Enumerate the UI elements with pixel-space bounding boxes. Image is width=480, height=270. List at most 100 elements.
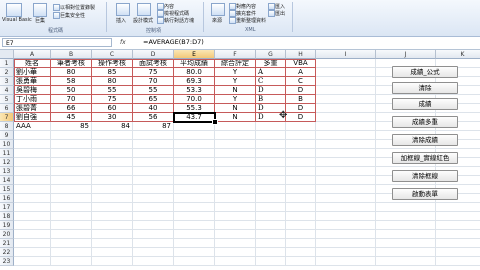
table-cell[interactable]: 70 bbox=[51, 95, 92, 104]
table-cell[interactable]: 70.0 bbox=[174, 95, 215, 104]
column-header-a[interactable]: A bbox=[14, 50, 51, 59]
empty-cell[interactable] bbox=[286, 194, 316, 203]
empty-cell[interactable] bbox=[316, 239, 376, 248]
empty-cell[interactable] bbox=[256, 176, 286, 185]
empty-cell[interactable] bbox=[286, 131, 316, 140]
empty-cell[interactable] bbox=[316, 167, 376, 176]
grade-button[interactable]: 成績 bbox=[392, 98, 458, 110]
macro-icon[interactable] bbox=[33, 3, 47, 17]
empty-cell[interactable] bbox=[51, 221, 92, 230]
empty-cell[interactable] bbox=[174, 203, 215, 212]
row-header-3[interactable]: 3 bbox=[0, 77, 14, 86]
empty-cell[interactable] bbox=[133, 167, 174, 176]
row-header-9[interactable]: 9 bbox=[0, 131, 14, 140]
table-cell[interactable]: 50 bbox=[51, 86, 92, 95]
empty-cell[interactable] bbox=[215, 158, 256, 167]
row-header-20[interactable]: 20 bbox=[0, 230, 14, 239]
table-header-cell[interactable]: 操作考核 bbox=[92, 59, 133, 68]
empty-cell[interactable] bbox=[133, 239, 174, 248]
table-cell[interactable]: 75 bbox=[92, 95, 133, 104]
table-cell[interactable]: 55.3 bbox=[174, 104, 215, 113]
empty-cell[interactable] bbox=[174, 239, 215, 248]
table-cell[interactable]: 80 bbox=[51, 68, 92, 77]
empty-cell[interactable] bbox=[436, 230, 480, 239]
empty-cell[interactable] bbox=[174, 212, 215, 221]
empty-cell[interactable] bbox=[51, 185, 92, 194]
empty-cell[interactable] bbox=[256, 140, 286, 149]
empty-cell[interactable] bbox=[133, 194, 174, 203]
empty-cell[interactable] bbox=[14, 167, 51, 176]
empty-cell[interactable] bbox=[256, 203, 286, 212]
empty-cell[interactable] bbox=[92, 149, 133, 158]
empty-cell[interactable] bbox=[174, 149, 215, 158]
run-dialog-button[interactable]: 執行對話方塊 bbox=[164, 17, 194, 24]
row-header-4[interactable]: 4 bbox=[0, 86, 14, 95]
table-cell[interactable]: N bbox=[215, 86, 256, 95]
row-header-2[interactable]: 2 bbox=[0, 68, 14, 77]
column-header-k[interactable]: K bbox=[436, 50, 480, 59]
empty-cell[interactable] bbox=[316, 221, 376, 230]
empty-cell[interactable] bbox=[133, 185, 174, 194]
empty-cell[interactable] bbox=[376, 239, 436, 248]
empty-cell[interactable] bbox=[286, 122, 316, 131]
table-cell[interactable]: D bbox=[256, 86, 286, 95]
row-header-23[interactable]: 23 bbox=[0, 257, 14, 266]
empty-cell[interactable] bbox=[215, 149, 256, 158]
empty-cell[interactable] bbox=[174, 131, 215, 140]
empty-cell[interactable] bbox=[286, 239, 316, 248]
grade-multi-button[interactable]: 成績多重 bbox=[392, 116, 458, 128]
empty-cell[interactable] bbox=[14, 248, 51, 257]
empty-cell[interactable] bbox=[376, 230, 436, 239]
empty-cell[interactable] bbox=[256, 167, 286, 176]
table-cell[interactable]: 65 bbox=[133, 95, 174, 104]
empty-cell[interactable] bbox=[256, 158, 286, 167]
empty-cell[interactable] bbox=[256, 257, 286, 266]
table-header-cell[interactable]: 綜合評定 bbox=[215, 59, 256, 68]
empty-cell[interactable] bbox=[256, 221, 286, 230]
empty-cell[interactable] bbox=[256, 212, 286, 221]
column-header-f[interactable]: F bbox=[215, 50, 256, 59]
launch-form-button[interactable]: 啟動表單 bbox=[392, 188, 458, 200]
table-cell[interactable]: A bbox=[286, 68, 316, 77]
column-header-c[interactable]: C bbox=[92, 50, 133, 59]
row-header-8[interactable]: 8 bbox=[0, 122, 14, 131]
empty-cell[interactable] bbox=[14, 257, 51, 266]
empty-cell[interactable] bbox=[316, 158, 376, 167]
table-header-cell[interactable]: 面試考核 bbox=[133, 59, 174, 68]
table-cell[interactable]: C bbox=[286, 77, 316, 86]
table-header-cell[interactable]: 筆者考核 bbox=[51, 59, 92, 68]
table-header-cell[interactable]: VBA bbox=[286, 59, 316, 68]
empty-cell[interactable] bbox=[436, 221, 480, 230]
empty-cell[interactable] bbox=[215, 239, 256, 248]
insert-control-icon[interactable] bbox=[116, 3, 130, 16]
add-red-border-button[interactable]: 加框線_實線紅色 bbox=[392, 152, 458, 164]
empty-cell[interactable] bbox=[286, 185, 316, 194]
empty-cell[interactable] bbox=[286, 212, 316, 221]
empty-cell[interactable] bbox=[316, 248, 376, 257]
empty-cell[interactable] bbox=[376, 248, 436, 257]
macro-button[interactable]: 巨集 bbox=[35, 17, 45, 24]
table-cell[interactable]: 80.0 bbox=[174, 68, 215, 77]
empty-cell[interactable] bbox=[174, 194, 215, 203]
cell-a8[interactable]: AAA bbox=[14, 122, 51, 131]
empty-cell[interactable] bbox=[14, 158, 51, 167]
empty-cell[interactable] bbox=[14, 221, 51, 230]
empty-cell[interactable] bbox=[92, 176, 133, 185]
table-cell[interactable]: 吳碧梅 bbox=[14, 86, 51, 95]
empty-cell[interactable] bbox=[51, 194, 92, 203]
insert-function-icon[interactable]: fx bbox=[120, 38, 126, 47]
table-cell[interactable]: 劉自強 bbox=[14, 113, 51, 122]
empty-cell[interactable] bbox=[133, 149, 174, 158]
empty-cell[interactable] bbox=[14, 203, 51, 212]
empty-cell[interactable] bbox=[215, 185, 256, 194]
empty-cell[interactable] bbox=[286, 140, 316, 149]
empty-cell[interactable] bbox=[133, 257, 174, 266]
table-cell[interactable]: Y bbox=[215, 77, 256, 86]
empty-cell[interactable] bbox=[14, 230, 51, 239]
empty-cell[interactable] bbox=[174, 122, 215, 131]
worksheet-grid[interactable]: A B C D E F G H I J K 1 2 3 4 5 6 7 8 9 10 11 12 13 14 15 16 17 18 19… bbox=[0, 50, 480, 270]
table-cell[interactable]: 45 bbox=[51, 113, 92, 122]
grade-formula-button[interactable]: 成績_公式 bbox=[392, 66, 458, 78]
empty-cell[interactable] bbox=[256, 239, 286, 248]
empty-cell[interactable] bbox=[215, 140, 256, 149]
